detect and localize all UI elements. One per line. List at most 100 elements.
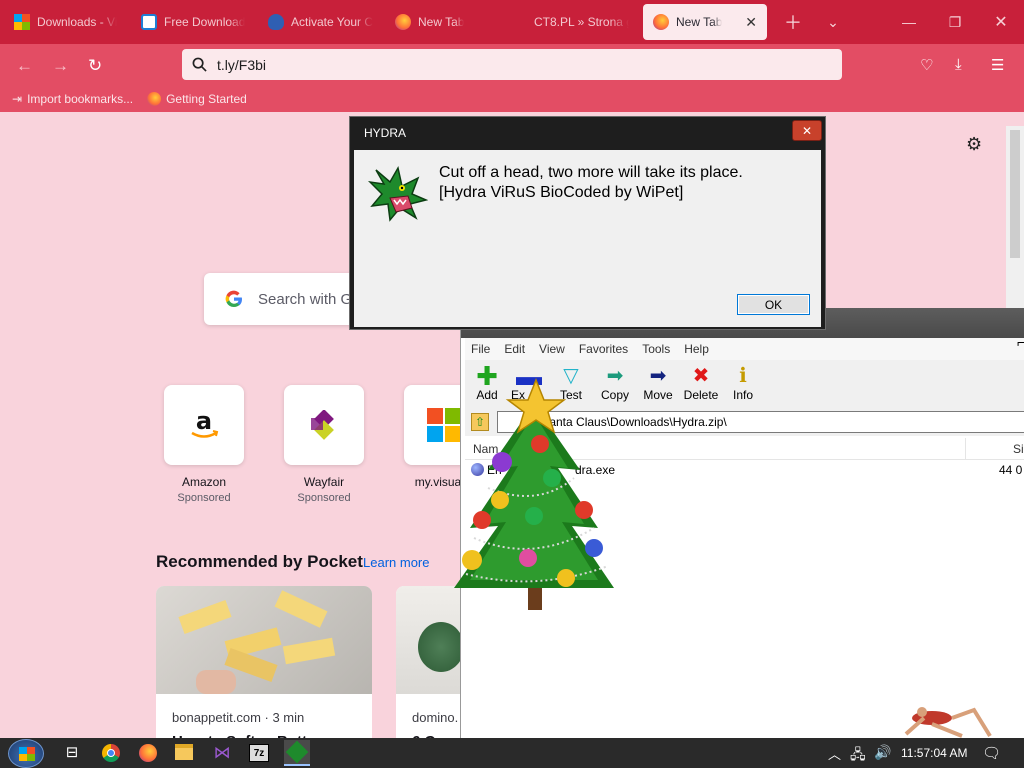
tool-label: Move xyxy=(643,388,673,402)
page-icon xyxy=(141,14,157,30)
tile-name: Amazon xyxy=(181,475,227,489)
tile-box: a xyxy=(164,385,244,465)
start-button[interactable] xyxy=(8,739,44,768)
window-close-icon[interactable]: ✕ xyxy=(978,0,1024,44)
pocket-card[interactable]: bonappetit.com · 3 min How to Soften But… xyxy=(156,586,372,746)
card-source: bonappetit.com · 3 min xyxy=(172,710,305,725)
volume-icon[interactable]: 🔊 xyxy=(874,744,891,761)
tab-new-tab-active[interactable]: New Tab ✕ xyxy=(643,4,767,40)
info-button[interactable]: ℹ Info xyxy=(721,364,765,402)
reload-icon[interactable]: ↻ xyxy=(88,56,102,76)
pocket-heading: Recommended by Pocket xyxy=(156,552,363,571)
top-site-wayfair[interactable]: Wayfair Sponsored xyxy=(284,385,364,504)
dialog-body: Cut off a head, two more will take its p… xyxy=(354,150,821,327)
dialog-message: Cut off a head, two more will take its p… xyxy=(439,163,743,203)
dialog-titlebar[interactable]: HYDRA xyxy=(350,117,825,148)
column-divider xyxy=(965,438,966,460)
scrollbar-thumb[interactable] xyxy=(1010,130,1020,258)
close-tab-icon[interactable]: ✕ xyxy=(745,14,757,31)
back-arrow-icon[interactable]: ← xyxy=(16,56,33,76)
file-size: 44 0 xyxy=(999,463,1023,477)
amazon-logo-icon: a xyxy=(191,407,219,438)
url-bar[interactable]: t.ly/F3bi xyxy=(182,49,842,80)
window-resize-cursor-icon: ⌐ xyxy=(1017,334,1024,350)
bookmark-import[interactable]: ⇥ Import bookmarks... xyxy=(12,92,133,106)
dialog-title: HYDRA xyxy=(364,125,407,140)
taskbar-clock[interactable]: 11:57:04 AM xyxy=(901,746,968,760)
tool-label: Info xyxy=(732,388,753,402)
tile-box xyxy=(284,385,364,465)
file-explorer-icon[interactable] xyxy=(175,744,193,760)
tab-title: New Tab xyxy=(418,15,465,29)
firefox-icon xyxy=(653,14,669,30)
delete-x-icon: ✖ xyxy=(692,365,710,387)
dialog-close-button[interactable]: ✕ xyxy=(792,120,822,141)
firefox-icon[interactable] xyxy=(139,744,157,762)
notifications-icon[interactable]: 🗨 xyxy=(982,744,1001,762)
new-tab-plus-icon[interactable]: ＋ xyxy=(773,9,813,35)
move-button[interactable]: ➡ Move xyxy=(636,364,680,402)
url-text: t.ly/F3bi xyxy=(217,56,267,73)
tab-activate[interactable]: Activate Your C xyxy=(258,4,385,40)
bookmark-label: Getting Started xyxy=(166,92,247,106)
hydra-taskbar-icon[interactable] xyxy=(284,740,310,766)
show-hidden-icons-chevron[interactable]: ︿ xyxy=(828,744,841,763)
search-icon xyxy=(192,57,207,72)
network-icon[interactable]: 🖧 xyxy=(850,744,866,768)
maximize-icon[interactable]: ❐ xyxy=(932,0,978,44)
delete-button[interactable]: ✖ Delete xyxy=(679,364,723,402)
windows-flag-icon xyxy=(19,747,35,761)
gymnast-sprite xyxy=(904,707,992,738)
menu-tools[interactable]: Tools xyxy=(642,342,670,356)
hydra-message-box: HYDRA ✕ Cut off a head, two more will ta… xyxy=(349,116,826,330)
pocket-learn-more-link[interactable]: Learn more xyxy=(363,555,429,570)
move-arrow-icon: ➡ xyxy=(649,365,667,387)
google-logo-icon xyxy=(225,290,242,308)
import-icon: ⇥ xyxy=(12,92,23,106)
firefox-icon xyxy=(395,14,411,30)
downloads-icon[interactable]: ⤓ xyxy=(955,56,962,73)
tile-sponsored: Sponsored xyxy=(297,492,351,504)
menu-edit[interactable]: Edit xyxy=(504,342,525,356)
bookmarks-toolbar: ⇥ Import bookmarks... Getting Started xyxy=(0,86,1024,112)
menu-bar: File Edit View Favorites Tools Help xyxy=(465,338,1024,360)
tab-strip: Downloads - Vi Free Download Activate Yo… xyxy=(0,0,1024,44)
tab-title: New Tab xyxy=(676,15,723,29)
tab-title: Activate Your C xyxy=(291,15,374,29)
chrome-icon[interactable] xyxy=(102,744,120,762)
dragon-icon xyxy=(285,740,309,764)
tab-title: CT8.PL » Strona głó xyxy=(534,15,629,29)
card-image xyxy=(156,586,372,694)
bookmark-getting-started[interactable]: Getting Started xyxy=(147,92,247,106)
message-line-2: [Hydra ViRuS BioCoded by WiPet] xyxy=(439,184,684,201)
menu-file[interactable]: File xyxy=(471,342,490,356)
forward-arrow-icon[interactable]: → xyxy=(52,56,69,76)
pocket-icon[interactable]: ♡ xyxy=(920,56,933,74)
menu-hamburger-icon[interactable]: ☰ xyxy=(991,56,1004,74)
menu-help[interactable]: Help xyxy=(684,342,709,356)
tab-downloads[interactable]: Downloads - Vi xyxy=(4,4,131,40)
info-icon: ℹ xyxy=(739,365,747,387)
minimize-icon[interactable]: — xyxy=(886,0,932,44)
christmas-tree-sprite xyxy=(454,378,614,610)
ok-button[interactable]: OK xyxy=(737,294,810,315)
top-site-amazon[interactable]: a Amazon Sponsored xyxy=(164,385,244,504)
tab-title: Free Download xyxy=(164,15,246,29)
desktop: Downloads - Vi Free Download Activate Yo… xyxy=(0,0,1024,768)
visual-studio-icon[interactable]: ⋈ xyxy=(212,744,232,762)
task-view-icon[interactable]: ⊟ xyxy=(62,744,82,762)
menu-favorites[interactable]: Favorites xyxy=(579,342,628,356)
seven-zip-icon[interactable]: 7z xyxy=(249,744,269,762)
tab-ct8[interactable]: CT8.PL » Strona głó xyxy=(512,4,639,40)
tab-title: Downloads - Vi xyxy=(37,15,118,29)
hydra-dragon-icon xyxy=(368,165,428,222)
tab-free-download[interactable]: Free Download xyxy=(131,4,258,40)
gear-icon[interactable]: ⚙ xyxy=(966,134,982,155)
tile-name: Wayfair xyxy=(303,475,345,489)
list-tabs-chevron-icon[interactable]: ⌄ xyxy=(813,14,853,31)
tool-label: Delete xyxy=(683,388,719,402)
message-line-1: Cut off a head, two more will take its p… xyxy=(439,164,743,181)
tab-new-tab-1[interactable]: New Tab xyxy=(385,4,512,40)
menu-view[interactable]: View xyxy=(539,342,565,356)
column-size-header[interactable]: Si xyxy=(1013,442,1024,456)
